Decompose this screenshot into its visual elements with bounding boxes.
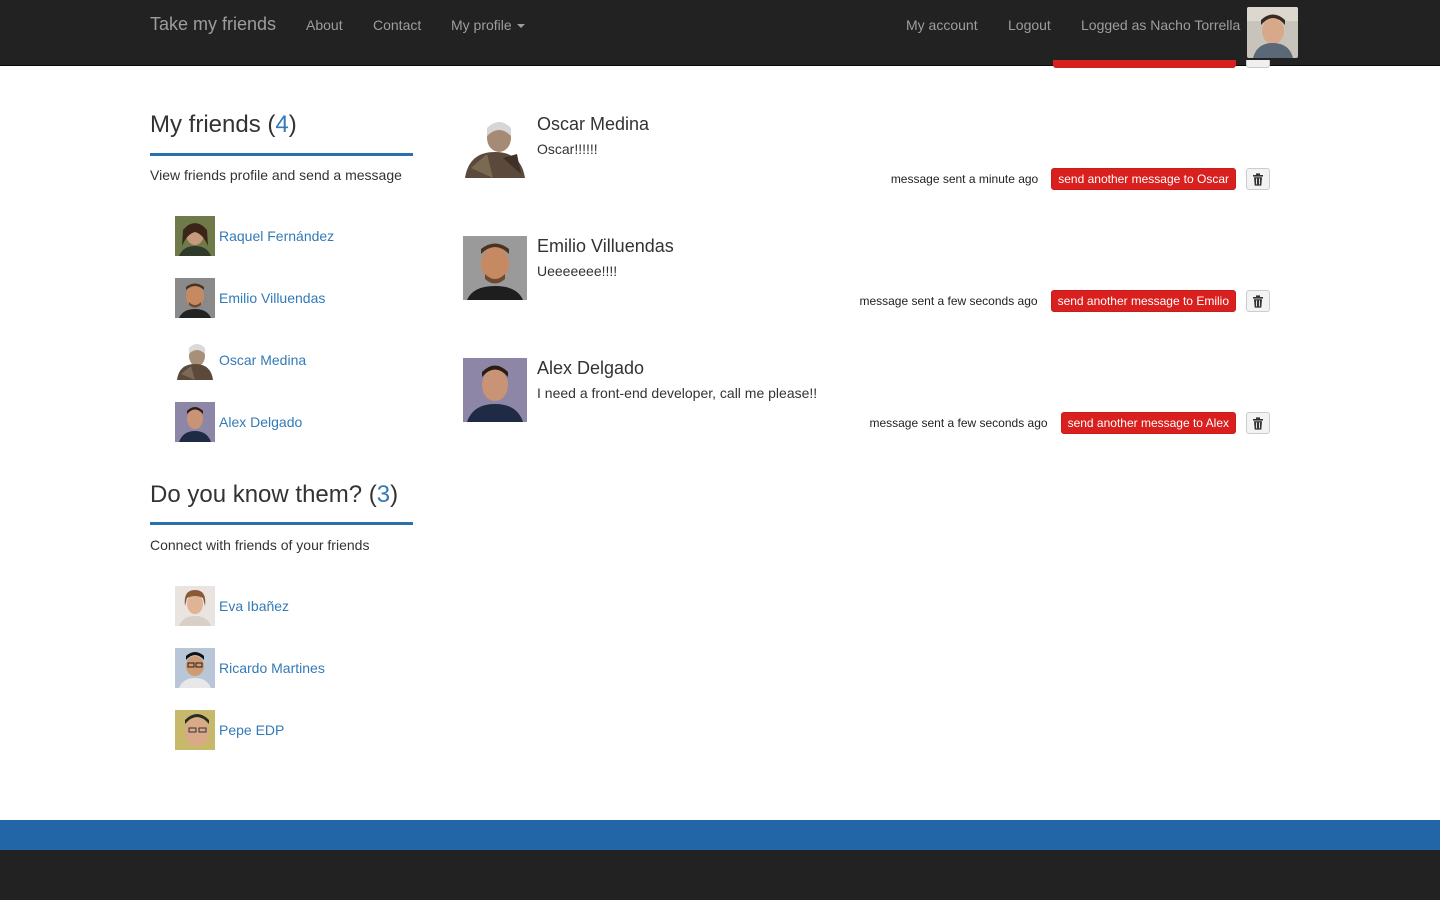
nav-about[interactable]: About [306, 16, 343, 34]
friend-name-link[interactable]: Emilio Villuendas [219, 289, 325, 307]
suggestions-count: 3 [376, 481, 391, 508]
partial-delete-button[interactable] [1246, 60, 1270, 68]
footer [0, 850, 1440, 900]
send-another-message-button[interactable]: send another message to Alex [1060, 412, 1236, 434]
friend-name-link[interactable]: Raquel Fernández [219, 227, 334, 245]
message-text: Ueeeeeee!!!! [537, 263, 618, 279]
logged-as-text: Logged as Nacho Torrella [1081, 17, 1241, 33]
suggestions-title: Do you know them? ( [150, 481, 377, 508]
friend-avatar[interactable] [175, 278, 215, 318]
suggestion-item[interactable]: Pepe EDP [175, 710, 405, 750]
send-another-message-button[interactable]: send another message to Oscar [1051, 168, 1236, 190]
suggestions-divider [150, 522, 413, 525]
friend-name-link[interactable]: Alex Delgado [219, 413, 302, 431]
message-item: Oscar Medina Oscar!!!!!! message sent a … [463, 114, 1273, 198]
friend-item[interactable]: Oscar Medina [175, 340, 405, 380]
suggestions-subtitle: Connect with friends of your friends [150, 537, 370, 553]
message-time: message sent a few seconds ago [859, 294, 1038, 308]
nav-my-profile-label: My profile [451, 17, 512, 33]
message-sender: Alex Delgado [537, 358, 645, 378]
my-friends-subtitle: View friends profile and send a message [150, 167, 402, 183]
friend-avatar[interactable] [175, 216, 215, 256]
delete-message-button[interactable] [1246, 168, 1270, 190]
message-item: Emilio Villuendas Ueeeeeee!!!! message s… [463, 236, 1273, 320]
message-text: I need a front-end developer, call me pl… [537, 385, 818, 401]
my-friends-heading: My friends (4) [150, 111, 297, 139]
suggestions-heading: Do you know them? (3) [150, 481, 398, 509]
message-time: message sent a few seconds ago [869, 416, 1048, 430]
message-sender: Oscar Medina [537, 114, 650, 134]
message-item: Alex Delgado I need a front-end develope… [463, 358, 1273, 442]
message-footer: message sent a minute ago send another m… [891, 167, 1270, 191]
nav-my-profile-dropdown[interactable]: My profile [451, 16, 525, 34]
my-friends-title: My friends ( [150, 111, 276, 138]
user-avatar[interactable] [1247, 7, 1298, 58]
send-another-message-button[interactable]: send another message to Emilio [1050, 290, 1236, 312]
trash-icon [1253, 294, 1263, 308]
nav-logout[interactable]: Logout [1008, 16, 1051, 34]
suggestions-close: ) [390, 481, 399, 508]
suggestion-name-link[interactable]: Ricardo Martines [219, 659, 325, 677]
delete-message-button[interactable] [1246, 412, 1270, 434]
friend-name-link[interactable]: Oscar Medina [219, 351, 306, 369]
delete-message-button[interactable] [1246, 290, 1270, 312]
friend-item[interactable]: Alex Delgado [175, 402, 405, 442]
nav-my-account[interactable]: My account [906, 16, 978, 34]
suggestion-item[interactable]: Eva Ibañez [175, 586, 405, 626]
top-navbar: Take my friends About Contact My profile… [0, 0, 1440, 66]
partial-send-button[interactable] [1053, 60, 1236, 68]
suggestion-avatar[interactable] [175, 710, 215, 750]
my-friends-close: ) [288, 111, 297, 138]
message-avatar[interactable] [463, 358, 527, 422]
my-friends-divider [150, 153, 413, 156]
message-avatar[interactable] [463, 114, 527, 178]
friend-item[interactable]: Raquel Fernández [175, 216, 405, 256]
message-footer: message sent a few seconds ago send anot… [869, 411, 1270, 435]
friend-avatar[interactable] [175, 402, 215, 442]
nav-contact[interactable]: Contact [373, 16, 421, 34]
friend-item[interactable]: Emilio Villuendas [175, 278, 405, 318]
suggestion-avatar[interactable] [175, 648, 215, 688]
suggestion-name-link[interactable]: Eva Ibañez [219, 597, 289, 615]
suggestion-avatar[interactable] [175, 586, 215, 626]
message-text: Oscar!!!!!! [537, 141, 598, 157]
suggestion-item[interactable]: Ricardo Martines [175, 648, 405, 688]
message-time: message sent a minute ago [890, 172, 1039, 186]
my-friends-count: 4 [275, 111, 289, 138]
message-footer: message sent a few seconds ago send anot… [859, 289, 1270, 313]
suggestion-name-link[interactable]: Pepe EDP [219, 721, 284, 739]
user-avatar-image [1247, 7, 1298, 58]
brand-link[interactable]: Take my friends [150, 14, 276, 34]
trash-icon [1253, 416, 1263, 430]
friend-avatar[interactable] [175, 340, 215, 380]
trash-icon [1253, 172, 1263, 186]
message-avatar[interactable] [463, 236, 527, 300]
message-sender: Emilio Villuendas [537, 236, 674, 256]
caret-down-icon [516, 24, 525, 29]
footer-accent-bar [0, 820, 1440, 850]
